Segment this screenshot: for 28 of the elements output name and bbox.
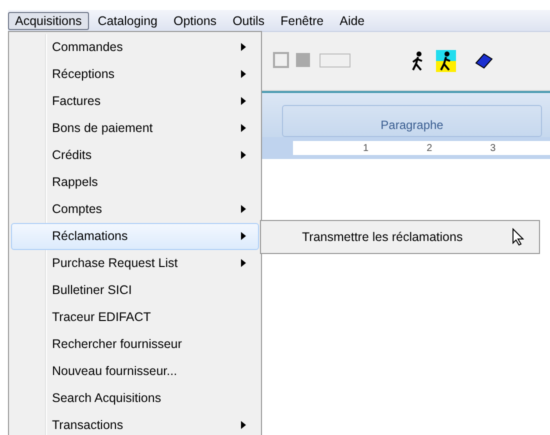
menu-item[interactable]: Search Acquisitions — [11, 384, 259, 412]
menu-item[interactable]: Comptes — [11, 196, 259, 223]
menu-item[interactable]: Réclamations — [11, 222, 259, 250]
menu-item[interactable]: Bons de paiement — [11, 114, 259, 142]
menu-bar-item[interactable]: Aide — [332, 12, 372, 30]
ribbon-group-label: Paragraphe — [380, 118, 444, 134]
menu-item[interactable]: Transactions — [11, 411, 259, 435]
ruler-number: 2 — [426, 142, 432, 154]
menu-bar-item[interactable]: Outils — [226, 12, 272, 30]
menu-bar-item[interactable]: Cataloging — [90, 12, 164, 30]
menu-item[interactable]: Purchase Request List — [11, 250, 259, 276]
menu-bar-item[interactable]: Fenêtre — [274, 12, 331, 30]
menu-bar-item[interactable]: Options — [166, 12, 224, 30]
menu-item[interactable]: Traceur EDIFACT — [11, 303, 259, 330]
menu-bar-item[interactable]: Acquisitions — [8, 12, 89, 30]
menu-item[interactable]: Factures — [11, 88, 259, 115]
walking-figure-icon[interactable] — [436, 50, 456, 72]
mouse-cursor-icon — [512, 228, 524, 246]
ruler-number: 1 — [363, 142, 369, 154]
menu-item[interactable]: Rappels — [11, 168, 259, 196]
menu-item[interactable]: Crédits — [11, 142, 259, 169]
ruler-number: 3 — [490, 142, 496, 154]
menu-item[interactable]: Nouveau fournisseur... — [11, 357, 259, 384]
menu-item[interactable]: Rechercher fournisseur — [11, 330, 259, 358]
menu-item[interactable]: Transmettre les réclamations — [263, 223, 537, 250]
menu-item[interactable]: Réceptions — [11, 60, 259, 88]
menu-item[interactable]: Bulletiner SICI — [11, 276, 259, 304]
menu-item[interactable]: Commandes — [11, 34, 259, 61]
